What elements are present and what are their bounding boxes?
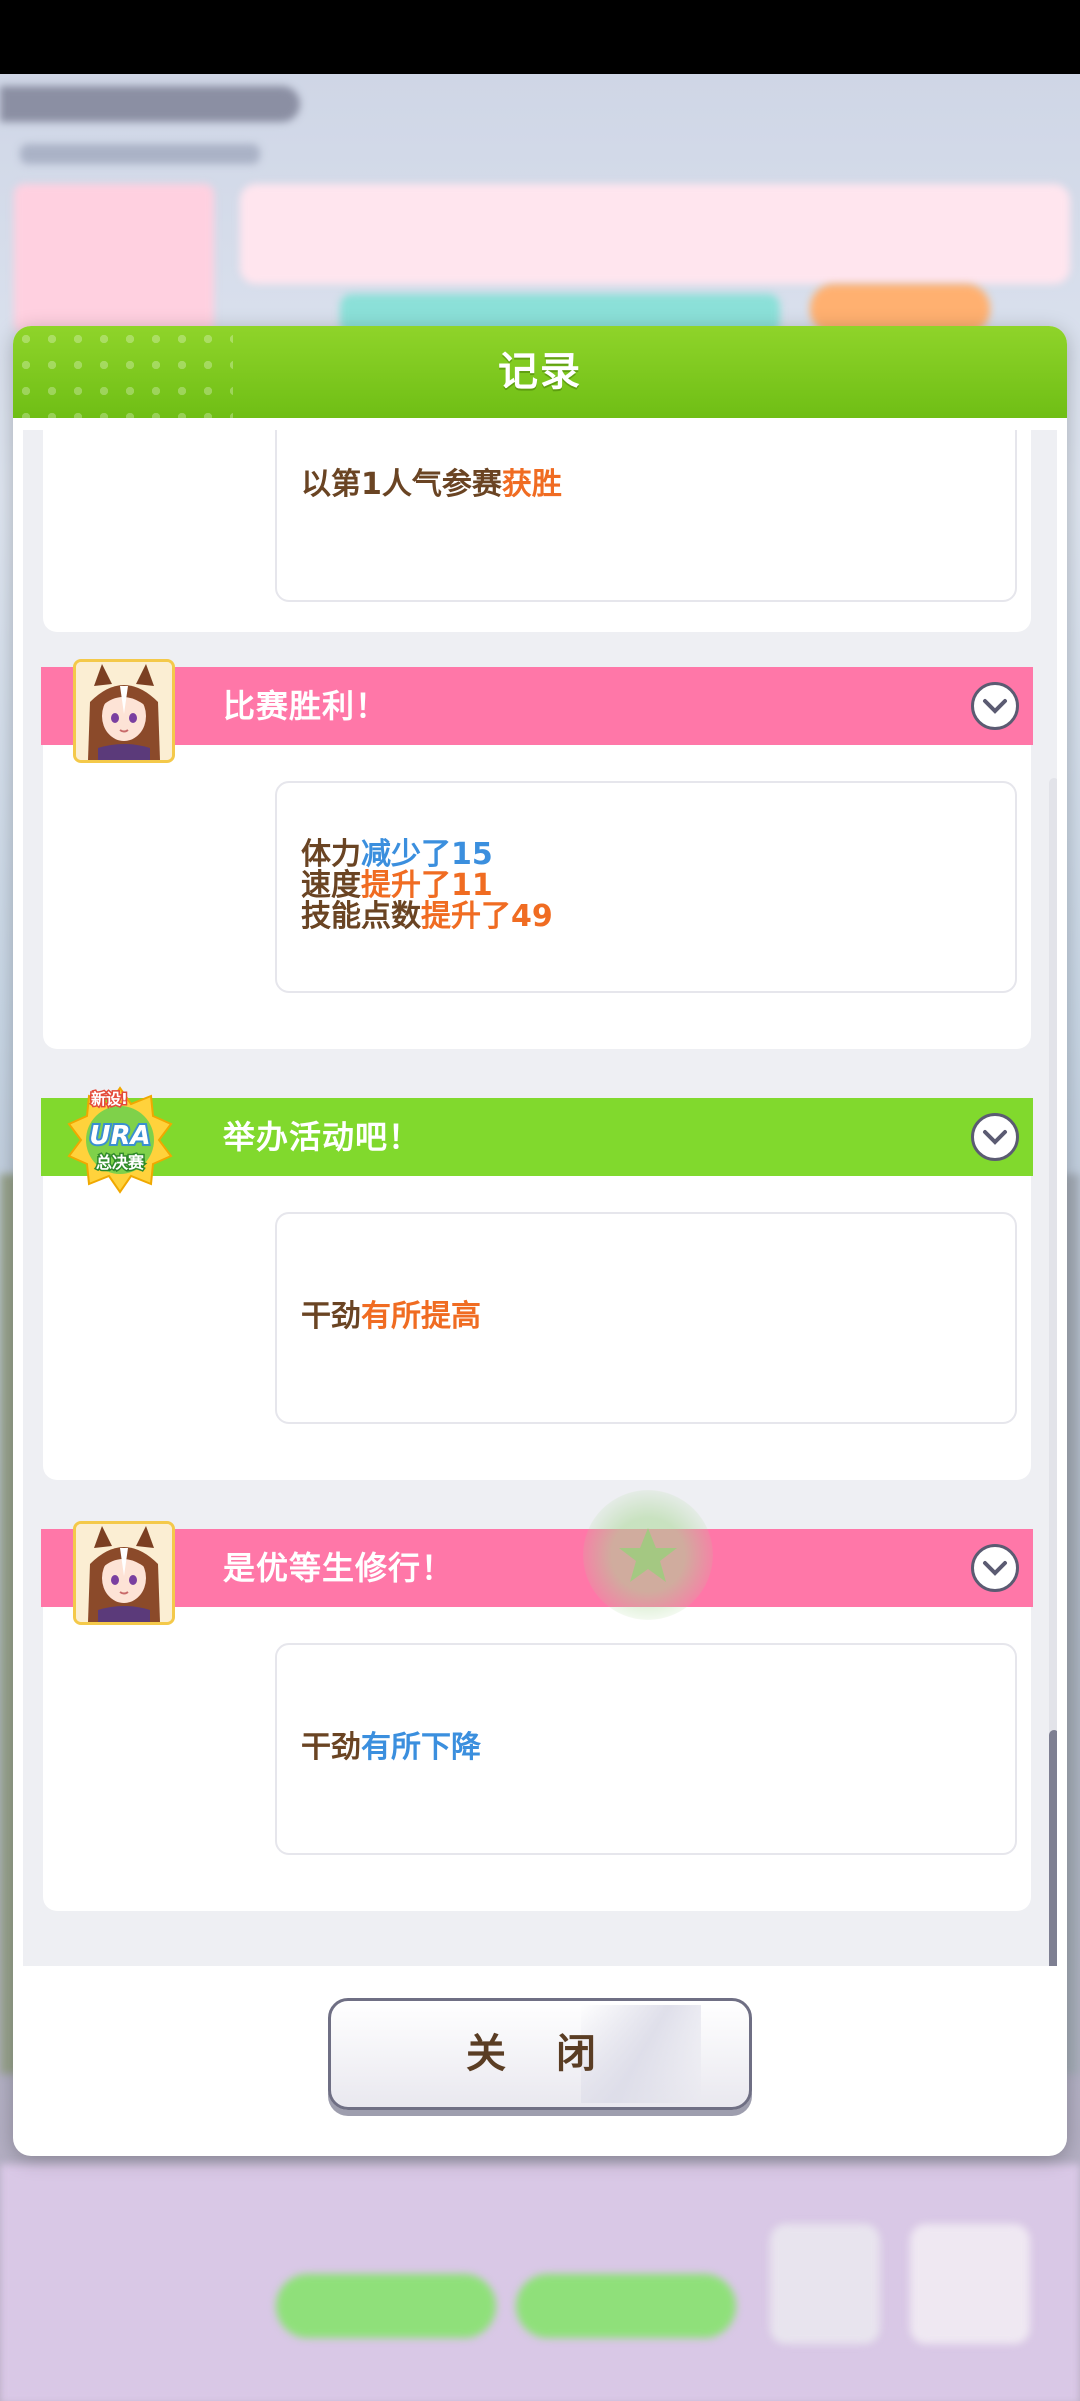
svg-text:新设!: 新设! bbox=[91, 1090, 128, 1108]
note-line: 干劲有所下降 bbox=[301, 1730, 481, 1765]
note-line: 体力减少了15 bbox=[301, 837, 493, 872]
list-item: 是优等生修行！ 干劲有所下降 bbox=[41, 1521, 1033, 1911]
status-bar bbox=[0, 0, 1080, 74]
record-dialog: 记录 以第1人气参赛获胜 比赛胜利！ 体力减少了15 速度提升了11 技能点数提… bbox=[13, 326, 1067, 2156]
star-watermark-icon bbox=[583, 1490, 713, 1620]
scrollbar-thumb[interactable] bbox=[1049, 1730, 1057, 1966]
record-list[interactable]: 以第1人气参赛获胜 比赛胜利！ 体力减少了15 速度提升了11 技能点数提升了4… bbox=[23, 430, 1057, 1966]
chevron-down-icon[interactable] bbox=[971, 1113, 1019, 1161]
chevron-down-icon[interactable] bbox=[971, 1544, 1019, 1592]
note-line: 干劲有所提高 bbox=[301, 1299, 481, 1334]
note-line: 以第1人气参赛获胜 bbox=[301, 467, 562, 502]
entry-header: 比赛胜利！ bbox=[41, 667, 1033, 745]
note-box: 干劲有所提高 bbox=[275, 1212, 1017, 1424]
entry-title: 比赛胜利！ bbox=[223, 687, 389, 725]
dialog-title: 记录 bbox=[498, 349, 582, 395]
close-button[interactable]: 关 闭 bbox=[328, 1998, 752, 2110]
character-portrait-icon bbox=[73, 659, 175, 763]
note-box: 干劲有所下降 bbox=[275, 1643, 1017, 1855]
character-portrait-icon bbox=[73, 1521, 175, 1625]
list-item: 以第1人气参赛获胜 bbox=[43, 430, 1031, 632]
list-item: 举办活动吧！ 新设! URA 总决赛 干劲有所提高 bbox=[41, 1086, 1033, 1480]
note-box: 体力减少了15 速度提升了11 技能点数提升了49 bbox=[275, 781, 1017, 993]
svg-text:总决赛: 总决赛 bbox=[96, 1153, 145, 1172]
list-item: 比赛胜利！ 体力减少了15 速度提升了11 技能点数提升了49 bbox=[41, 659, 1033, 1049]
entry-header: 举办活动吧！ bbox=[41, 1098, 1033, 1176]
close-button-label: 关 闭 bbox=[466, 2031, 614, 2077]
entry-title: 举办活动吧！ bbox=[223, 1118, 422, 1156]
chevron-down-icon[interactable] bbox=[971, 682, 1019, 730]
dialog-header: 记录 bbox=[13, 326, 1067, 418]
note-line: 速度提升了11 bbox=[301, 868, 493, 903]
note-box: 以第1人气参赛获胜 bbox=[275, 430, 1017, 602]
entry-header: 是优等生修行！ bbox=[41, 1529, 1033, 1607]
scrollbar[interactable] bbox=[1049, 778, 1057, 1966]
ura-finals-badge-icon: 新设! URA 总决赛 bbox=[65, 1084, 175, 1194]
svg-text:URA: URA bbox=[89, 1121, 150, 1151]
entry-title: 是优等生修行！ bbox=[223, 1549, 455, 1587]
note-line: 技能点数提升了49 bbox=[301, 899, 553, 934]
